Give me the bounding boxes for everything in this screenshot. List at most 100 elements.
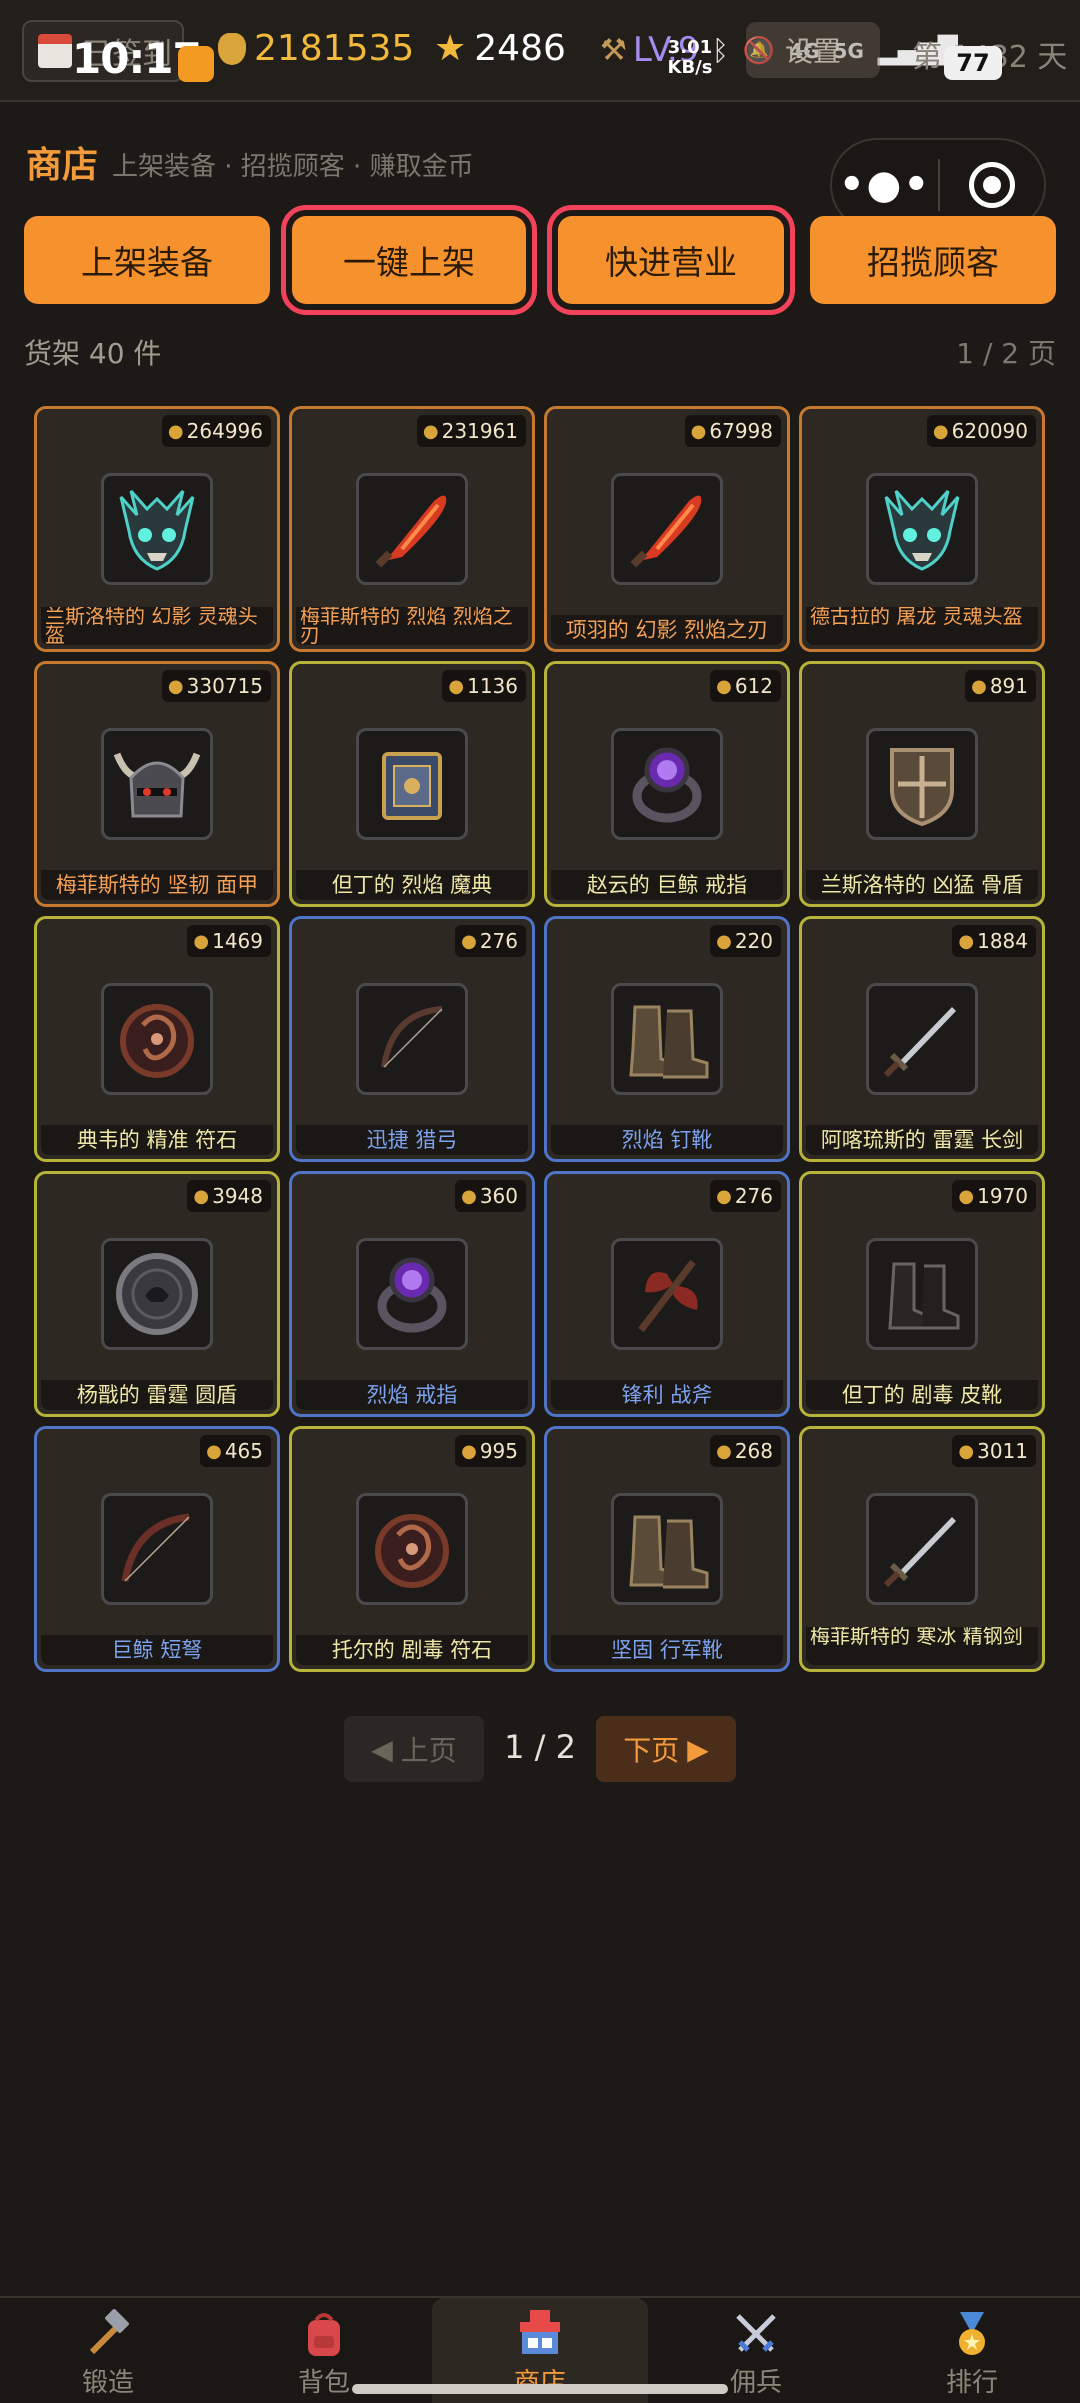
purple-ring-icon	[356, 1238, 468, 1350]
money-bag-icon	[218, 32, 246, 65]
current-page: 1 / 2	[504, 1728, 576, 1766]
money-bag-icon: ●	[461, 1185, 477, 1207]
item-price-value: 620090	[951, 419, 1028, 443]
hammer-icon: ⚒	[600, 32, 627, 68]
nav-tab-label: 背包	[297, 2368, 350, 2398]
money-bag-icon: ●	[716, 1440, 732, 1462]
nav-tab-1[interactable]: 锻造	[0, 2298, 216, 2403]
next-page-button[interactable]: 下页 ▶	[596, 1716, 736, 1782]
item-name: 阿喀琉斯的 雷霆 长剑	[806, 1125, 1038, 1155]
rune-stone-icon	[356, 1493, 468, 1605]
item-name: 锋利 战斧	[551, 1380, 783, 1410]
item-card[interactable]: ● 1970 但丁的 剧毒 皮靴	[799, 1171, 1045, 1417]
network-speed-unit: KB/s	[667, 57, 713, 78]
item-card[interactable]: ● 330715 梅菲斯特的 坚韧 面甲	[34, 661, 280, 907]
target-icon	[968, 162, 1015, 208]
network-speed: 3.01 KB/s	[660, 38, 720, 78]
home-indicator[interactable]	[352, 2384, 728, 2394]
gold-value: 2181535	[254, 28, 415, 69]
gold-counter: 2181535	[218, 28, 414, 69]
item-price: ● 220	[710, 925, 781, 957]
item-price: ● 891	[965, 670, 1036, 702]
fast-forward-business-button[interactable]: 快进营业	[547, 205, 795, 315]
pagination: ◀ 上页 1 / 2 下页 ▶	[0, 1716, 1080, 1782]
item-card[interactable]: ● 1469 典韦的 精准 符石	[34, 916, 280, 1162]
item-card[interactable]: ● 231961 梅菲斯特的 烈焰 烈焰之刃	[289, 406, 535, 652]
item-card[interactable]: ● 3011 梅菲斯特的 寒冰 精钢剑	[799, 1426, 1045, 1672]
horned-helmet-icon	[101, 728, 213, 840]
item-price: ● 1469	[187, 925, 271, 957]
purple-ring-icon	[611, 728, 723, 840]
item-name: 项羽的 幻影 烈焰之刃	[551, 615, 783, 645]
item-card[interactable]: ● 612 赵云的 巨鲸 戒指	[544, 661, 790, 907]
flame-blade-icon	[611, 473, 723, 585]
boots-icon	[611, 1493, 723, 1605]
item-price-value: 1469	[212, 929, 263, 953]
item-name: 杨戬的 雷霆 圆盾	[41, 1380, 273, 1410]
item-price: ● 231961	[416, 415, 526, 447]
tome-icon	[356, 728, 468, 840]
prev-page-button[interactable]: ◀ 上页	[344, 1716, 484, 1782]
arrow-left-icon: ◀	[371, 1732, 393, 1766]
item-price-value: 465	[224, 1439, 263, 1463]
item-card[interactable]: ● 1884 阿喀琉斯的 雷霆 长剑	[799, 916, 1045, 1162]
item-name: 坚固 行军靴	[551, 1635, 783, 1665]
rune-stone-icon	[101, 983, 213, 1095]
item-price-value: 268	[734, 1439, 773, 1463]
money-bag-icon: ●	[448, 675, 465, 697]
item-card[interactable]: ● 276 迅捷 猎弓	[289, 916, 535, 1162]
bluetooth-icon: ᛒ	[712, 34, 729, 67]
settings-button[interactable]: 设置	[746, 22, 880, 78]
item-card[interactable]: ● 360 烈焰 戒指	[289, 1171, 535, 1417]
item-card[interactable]: ● 620090 德古拉的 屠龙 灵魂头盔	[799, 406, 1045, 652]
item-price-value: 612	[734, 674, 773, 698]
item-card[interactable]: ● 268 坚固 行军靴	[544, 1426, 790, 1672]
item-card[interactable]: ● 995 托尔的 剧毒 符石	[289, 1426, 535, 1672]
demon-helm-icon	[866, 473, 978, 585]
money-bag-icon: ●	[193, 1185, 210, 1207]
item-price-value: 220	[734, 929, 773, 953]
item-name: 烈焰 钉靴	[551, 1125, 783, 1155]
item-price: ● 67998	[684, 415, 781, 447]
item-card[interactable]: ● 1136 但丁的 烈焰 魔典	[289, 661, 535, 907]
item-price: ● 995	[455, 1435, 526, 1467]
more-menu-button[interactable]: •●•	[832, 162, 938, 208]
item-card[interactable]: ● 3948 杨戬的 雷霆 圆盾	[34, 1171, 280, 1417]
money-bag-icon: ●	[167, 675, 184, 697]
next-page-label: 下页	[623, 1734, 680, 1767]
item-name: 梅菲斯特的 烈焰 烈焰之刃	[296, 607, 528, 645]
crossbow-icon	[101, 1493, 213, 1605]
item-price: ● 1136	[442, 670, 526, 702]
item-card[interactable]: ● 465 巨鲸 短弩	[34, 1426, 280, 1672]
calendar-icon	[38, 34, 72, 68]
longsword-icon	[866, 983, 978, 1095]
item-name: 典韦的 精准 符石	[41, 1125, 273, 1155]
money-bag-icon: ●	[958, 1440, 975, 1462]
item-card[interactable]: ● 220 烈焰 钉靴	[544, 916, 790, 1162]
money-bag-icon: ●	[716, 930, 732, 952]
item-price-value: 1136	[467, 674, 518, 698]
item-price-value: 264996	[186, 419, 263, 443]
item-card[interactable]: ● 67998 项羽的 幻影 烈焰之刃	[544, 406, 790, 652]
item-grid: ● 264996 兰斯洛特的 幻影 灵魂头盔 ● 231961 梅菲斯特的 烈焰 烈焰之刃…	[34, 406, 1046, 1672]
item-card[interactable]: ● 891 兰斯洛特的 凶猛 骨盾	[799, 661, 1045, 907]
close-miniprogram-button[interactable]	[940, 162, 1044, 208]
item-price: ● 330715	[161, 670, 271, 702]
list-equipment-button[interactable]: 上架装备	[24, 216, 270, 304]
one-click-list-button[interactable]: 一键上架	[281, 205, 537, 315]
battery-level: 77	[956, 49, 990, 77]
item-card[interactable]: ● 276 锋利 战斧	[544, 1171, 790, 1417]
arrow-right-icon: ▶	[687, 1732, 709, 1766]
money-bag-icon: ●	[958, 930, 975, 952]
item-price: ● 1884	[952, 925, 1036, 957]
settings-label: 设置	[784, 35, 841, 68]
item-price-value: 360	[479, 1184, 518, 1208]
money-bag-icon: ●	[716, 675, 732, 697]
attract-customers-button[interactable]: 招揽顾客	[810, 216, 1056, 304]
nav-tab-5[interactable]: 排行	[864, 2298, 1080, 2403]
bow-icon	[356, 983, 468, 1095]
item-card[interactable]: ● 264996 兰斯洛特的 幻影 灵魂头盔	[34, 406, 280, 652]
nav-tab-label: 排行	[945, 2368, 998, 2398]
item-price: ● 264996	[161, 415, 271, 447]
crossed-swords-icon	[730, 2308, 782, 2362]
